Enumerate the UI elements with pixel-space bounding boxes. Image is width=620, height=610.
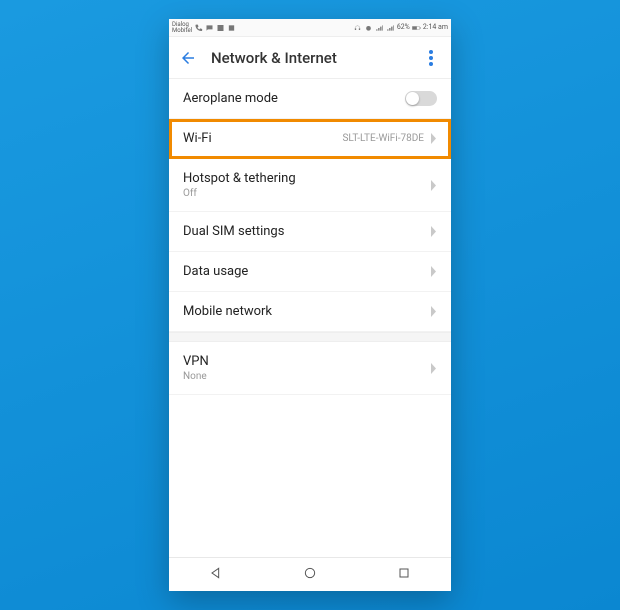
overflow-menu-button[interactable] xyxy=(421,48,441,68)
carrier-label: Dialog Mobitel xyxy=(172,22,192,34)
status-bar: Dialog Mobitel 62% 2:14 am xyxy=(169,19,451,37)
app-icon xyxy=(227,24,236,32)
chevron-right-icon xyxy=(430,133,437,144)
row-dual-sim[interactable]: Dual SIM settings xyxy=(169,212,451,252)
row-sub: None xyxy=(183,371,209,382)
status-icons-right: 62% 2:14 am xyxy=(353,24,448,32)
battery-icon xyxy=(412,24,421,32)
settings-list: Aeroplane mode Wi-Fi SLT-LTE-WiFi-78DE H… xyxy=(169,79,451,557)
headset-icon xyxy=(353,24,362,32)
battery-percent: 62% xyxy=(397,24,410,31)
signal2-icon xyxy=(386,24,395,32)
nav-back-button[interactable] xyxy=(208,565,224,585)
image-icon xyxy=(216,24,225,32)
aeroplane-toggle[interactable] xyxy=(405,91,437,106)
clock-text: 2:14 am xyxy=(423,24,448,31)
chevron-right-icon xyxy=(430,306,437,317)
row-data-usage[interactable]: Data usage xyxy=(169,252,451,292)
row-label: Dual SIM settings xyxy=(183,224,284,239)
row-wifi[interactable]: Wi-Fi SLT-LTE-WiFi-78DE xyxy=(169,119,451,159)
row-label: Aeroplane mode xyxy=(183,91,278,106)
wifi-value: SLT-LTE-WiFi-78DE xyxy=(342,133,424,144)
square-icon xyxy=(396,565,412,581)
message-icon xyxy=(205,24,214,32)
chevron-right-icon xyxy=(430,266,437,277)
phone-frame: Dialog Mobitel 62% 2:14 am Network & Int… xyxy=(169,19,451,591)
chevron-right-icon xyxy=(430,180,437,191)
row-hotspot-tethering[interactable]: Hotspot & tethering Off xyxy=(169,159,451,212)
row-aeroplane-mode[interactable]: Aeroplane mode xyxy=(169,79,451,119)
chevron-right-icon xyxy=(430,363,437,374)
circle-icon xyxy=(302,565,318,581)
row-label: VPN xyxy=(183,354,209,369)
call-icon xyxy=(194,24,203,32)
signal-icon xyxy=(375,24,384,32)
nav-home-button[interactable] xyxy=(302,565,318,585)
app-bar: Network & Internet xyxy=(169,37,451,79)
row-mobile-network[interactable]: Mobile network xyxy=(169,292,451,332)
section-gap xyxy=(169,332,451,342)
row-label: Hotspot & tethering xyxy=(183,171,296,186)
nav-recent-button[interactable] xyxy=(396,565,412,585)
page-title: Network & Internet xyxy=(211,49,337,67)
row-label: Data usage xyxy=(183,264,248,279)
chevron-right-icon xyxy=(430,226,437,237)
alarm-icon xyxy=(364,24,373,32)
triangle-left-icon xyxy=(208,565,224,581)
row-label: Wi-Fi xyxy=(183,131,212,146)
system-nav-bar xyxy=(169,557,451,591)
status-icons-left xyxy=(194,24,236,32)
row-sub: Off xyxy=(183,188,296,199)
arrow-left-icon xyxy=(179,49,197,67)
row-vpn[interactable]: VPN None xyxy=(169,342,451,395)
back-button[interactable] xyxy=(179,49,197,67)
row-label: Mobile network xyxy=(183,304,272,319)
more-vert-icon xyxy=(429,50,433,66)
